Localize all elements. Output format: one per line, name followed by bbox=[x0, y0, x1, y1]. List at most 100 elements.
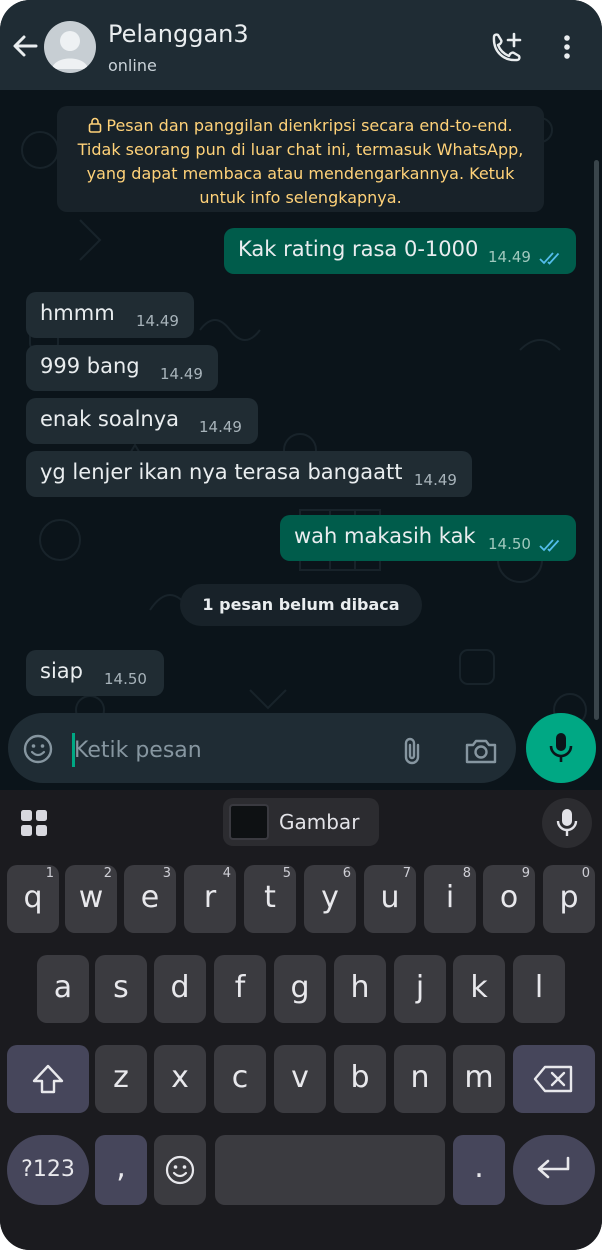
comma-key[interactable]: , bbox=[95, 1135, 147, 1205]
key-u[interactable]: 7u bbox=[364, 865, 416, 933]
key-f[interactable]: f bbox=[214, 955, 266, 1023]
key-label: x bbox=[171, 1060, 189, 1095]
message-bubble-outgoing[interactable]: wah makasih kak 14.50 bbox=[280, 515, 576, 561]
key-label: c bbox=[231, 1060, 249, 1095]
key-hint: 9 bbox=[521, 866, 530, 881]
message-time: 14.50 bbox=[488, 535, 531, 553]
key-hint: 6 bbox=[342, 866, 351, 881]
key-q[interactable]: 1q bbox=[7, 865, 59, 933]
key-label: w bbox=[78, 880, 104, 915]
key-a[interactable]: a bbox=[37, 955, 89, 1023]
contact-name[interactable]: Pelanggan3 bbox=[108, 20, 249, 48]
key-label: i bbox=[445, 880, 455, 915]
enter-key[interactable] bbox=[513, 1135, 595, 1205]
message-text: enak soalnya bbox=[40, 407, 180, 431]
key-label: j bbox=[415, 970, 425, 1005]
space-bar[interactable] bbox=[215, 1135, 445, 1205]
key-r[interactable]: 4r bbox=[184, 865, 236, 933]
backspace-icon bbox=[533, 1065, 573, 1093]
key-p[interactable]: 0p bbox=[543, 865, 595, 933]
key-x[interactable]: x bbox=[154, 1045, 206, 1113]
key-label: a bbox=[53, 970, 73, 1005]
message-bubble-incoming[interactable]: hmmm 14.49 bbox=[26, 292, 194, 338]
key-l[interactable]: l bbox=[513, 955, 565, 1023]
back-arrow-icon[interactable] bbox=[10, 31, 40, 61]
chip-label: Gambar bbox=[279, 810, 360, 834]
chat-scrollbar[interactable] bbox=[594, 160, 599, 720]
message-input[interactable] bbox=[74, 733, 374, 767]
sticker-emoji-icon[interactable] bbox=[22, 733, 54, 765]
shift-key[interactable] bbox=[7, 1045, 89, 1113]
key-h[interactable]: h bbox=[334, 955, 386, 1023]
key-s[interactable]: s bbox=[95, 955, 147, 1023]
apps-grid-icon[interactable] bbox=[18, 807, 50, 839]
key-j[interactable]: j bbox=[394, 955, 446, 1023]
key-v[interactable]: v bbox=[274, 1045, 326, 1113]
key-g[interactable]: g bbox=[274, 955, 326, 1023]
composer-bar bbox=[0, 705, 602, 790]
message-bubble-incoming[interactable]: 999 bang 14.49 bbox=[26, 345, 218, 391]
key-hint: 2 bbox=[103, 866, 112, 881]
double-check-read-icon bbox=[539, 539, 560, 552]
key-w[interactable]: 2w bbox=[65, 865, 117, 933]
key-label: m bbox=[464, 1060, 494, 1095]
voice-typing-button[interactable] bbox=[542, 798, 592, 848]
image-thumbnail bbox=[229, 804, 269, 840]
key-o[interactable]: 9o bbox=[483, 865, 535, 933]
message-bubble-incoming[interactable]: siap 14.50 bbox=[26, 650, 164, 696]
key-hint: 1 bbox=[45, 866, 54, 881]
key-label: d bbox=[170, 970, 190, 1005]
key-label: t bbox=[264, 880, 276, 915]
camera-icon[interactable] bbox=[464, 737, 498, 765]
key-hint: 4 bbox=[222, 866, 231, 881]
key-label: l bbox=[534, 970, 544, 1005]
key-y[interactable]: 6y bbox=[304, 865, 356, 933]
attach-paperclip-icon[interactable] bbox=[398, 735, 426, 767]
unread-messages-divider: 1 pesan belum dibaca bbox=[180, 584, 422, 626]
key-label: e bbox=[140, 880, 160, 915]
period-key[interactable]: . bbox=[453, 1135, 505, 1205]
key-i[interactable]: 8i bbox=[424, 865, 476, 933]
chat-area[interactable]: Pesan dan panggilan dienkripsi secara en… bbox=[0, 90, 602, 790]
enter-arrow-icon bbox=[537, 1156, 570, 1179]
emoji-key[interactable] bbox=[154, 1135, 206, 1205]
key-d[interactable]: d bbox=[154, 955, 206, 1023]
encryption-notice-text: Pesan dan panggilan dienkripsi secara en… bbox=[77, 116, 524, 207]
key-label: r bbox=[203, 880, 217, 915]
key-label: u bbox=[380, 880, 400, 915]
key-hint: 0 bbox=[581, 866, 590, 881]
image-suggestion-chip[interactable]: Gambar bbox=[223, 798, 379, 846]
message-time: 14.49 bbox=[488, 248, 531, 266]
message-time: 14.49 bbox=[199, 418, 242, 436]
lock-icon bbox=[89, 117, 102, 133]
key-e[interactable]: 3e bbox=[124, 865, 176, 933]
message-time: 14.49 bbox=[136, 312, 179, 330]
key-b[interactable]: b bbox=[334, 1045, 386, 1113]
key-c[interactable]: c bbox=[214, 1045, 266, 1113]
key-n[interactable]: n bbox=[394, 1045, 446, 1113]
key-k[interactable]: k bbox=[453, 955, 505, 1023]
key-z[interactable]: z bbox=[95, 1045, 147, 1113]
symbols-key[interactable]: ?123 bbox=[7, 1135, 89, 1205]
chat-header: Pelanggan3 online bbox=[0, 0, 602, 90]
message-bubble-outgoing[interactable]: Kak rating rasa 0-1000 14.49 bbox=[224, 228, 576, 274]
voice-message-button[interactable] bbox=[526, 713, 596, 783]
message-bubble-incoming[interactable]: enak soalnya 14.49 bbox=[26, 398, 258, 444]
more-options-icon[interactable] bbox=[557, 33, 577, 63]
message-text: Kak rating rasa 0-1000 bbox=[238, 237, 479, 261]
message-text: siap bbox=[40, 659, 83, 683]
message-text: 999 bang bbox=[40, 354, 140, 378]
key-label: . bbox=[474, 1150, 484, 1185]
key-t[interactable]: 5t bbox=[244, 865, 296, 933]
message-bubble-incoming[interactable]: yg lenjer ikan nya terasa bangaatt 14.49 bbox=[26, 451, 472, 497]
encryption-notice[interactable]: Pesan dan panggilan dienkripsi secara en… bbox=[57, 106, 544, 212]
key-label: g bbox=[290, 970, 310, 1005]
avatar[interactable] bbox=[44, 21, 96, 73]
key-label: b bbox=[350, 1060, 370, 1095]
message-input-container[interactable] bbox=[8, 713, 516, 783]
key-m[interactable]: m bbox=[453, 1045, 505, 1113]
message-text: yg lenjer ikan nya terasa bangaatt bbox=[40, 460, 403, 484]
backspace-key[interactable] bbox=[513, 1045, 595, 1113]
add-call-icon[interactable] bbox=[488, 31, 524, 67]
key-hint: 8 bbox=[462, 866, 471, 881]
